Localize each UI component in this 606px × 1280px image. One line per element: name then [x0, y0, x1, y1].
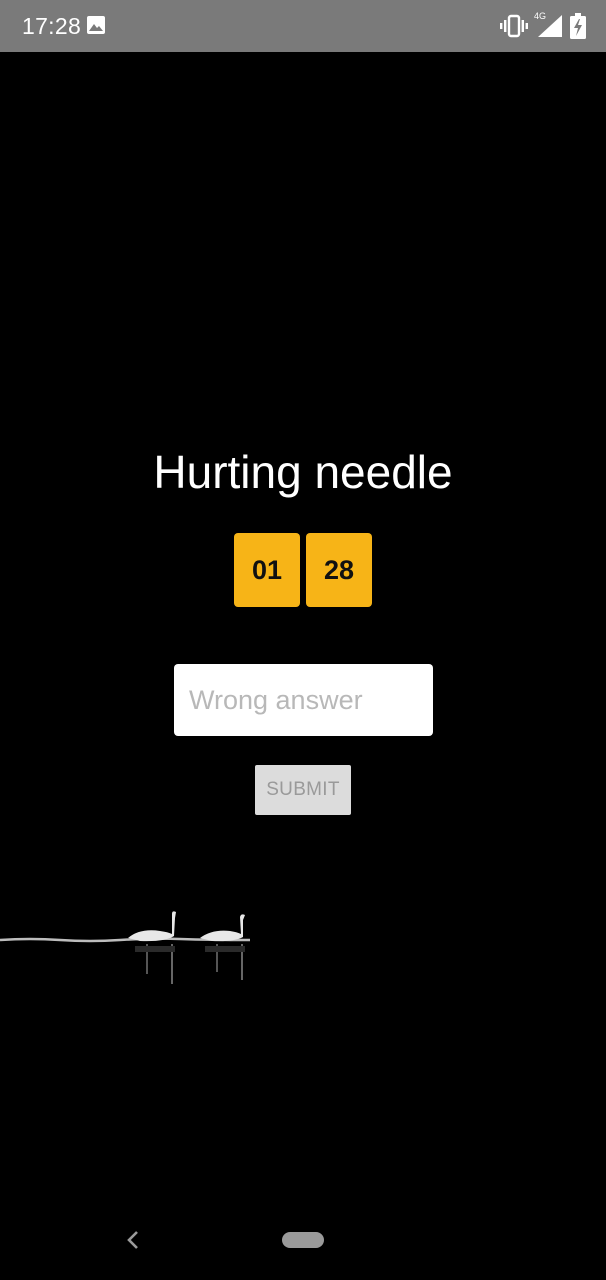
status-time: 17:28 [22, 13, 82, 39]
home-pill-icon[interactable] [282, 1232, 324, 1248]
puzzle-screen: 17:28 4G Hurting needle 01 28 Wrong answ… [0, 0, 606, 1280]
answer-input[interactable] [174, 664, 433, 736]
signal-icon [538, 15, 562, 37]
back-icon[interactable] [120, 1226, 148, 1254]
timer-seconds: 28 [306, 533, 372, 607]
battery-icon [570, 13, 586, 39]
vibrate-icon [500, 14, 528, 38]
status-icons: 4G [500, 11, 586, 40]
submit-button[interactable]: SUBMIT [255, 765, 351, 815]
countdown-timer: 01 28 [234, 533, 372, 607]
image-icon [87, 16, 105, 34]
signal-group: 4G [534, 11, 564, 39]
status-bar: 17:28 4G [0, 0, 606, 52]
swans-illustration [0, 911, 251, 984]
puzzle-title: Hurting needle [153, 446, 453, 498]
timer-minutes: 01 [234, 533, 300, 607]
